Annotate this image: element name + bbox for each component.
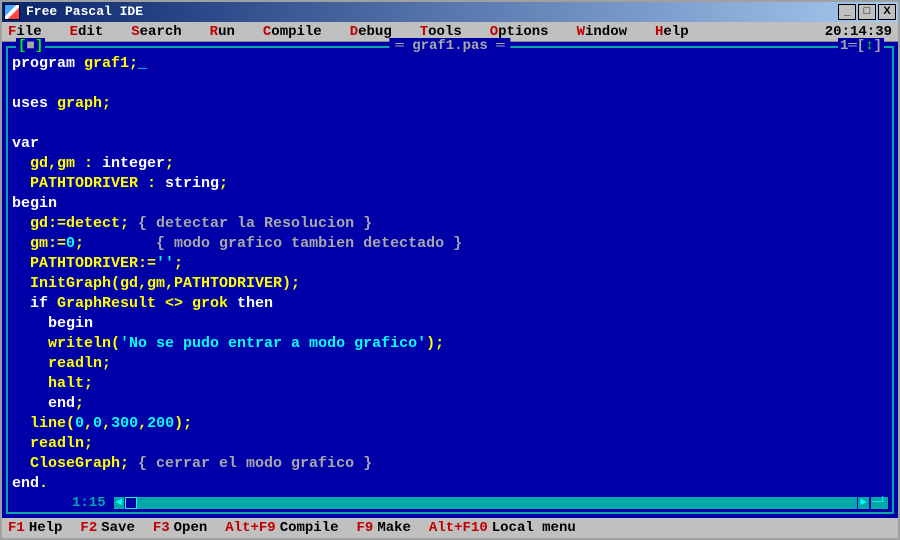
menu-debug[interactable]: Debug [350,24,392,40]
status-f1[interactable]: F1Help [8,520,62,536]
menu-run[interactable]: Run [210,24,235,40]
menu-search[interactable]: Search [131,24,181,40]
statusbar: F1Help F2Save F3Open Alt+F9Compile F9Mak… [2,518,898,538]
cursor-position: 1:15 [72,495,106,511]
editor-frame: [■] ═ graf1.pas ═ 1═[↕] program graf1;_ … [6,46,894,514]
editor-area: [■] ═ graf1.pas ═ 1═[↕] program graf1;_ … [2,42,898,518]
close-button[interactable]: X [878,4,896,20]
status-altf9[interactable]: Alt+F9Compile [225,520,338,536]
menu-window[interactable]: Window [577,24,627,40]
status-f3[interactable]: F3Open [153,520,207,536]
horizontal-scrollbar[interactable] [125,497,857,509]
status-altf10[interactable]: Alt+F10Local menu [429,520,576,536]
menu-compile[interactable]: Compile [263,24,322,40]
scroll-left-icon[interactable]: ◄ [114,497,125,509]
window-title: Free Pascal IDE [26,4,836,19]
status-f2[interactable]: F2Save [80,520,134,536]
app-icon [4,4,20,20]
minimize-button[interactable]: _ [838,4,856,20]
maximize-button[interactable]: □ [858,4,876,20]
code-editor[interactable]: program graf1;_ uses graph; var gd,gm : … [8,48,892,494]
app-window: Free Pascal IDE _ □ X File Edit Search R… [0,0,900,540]
editor-filename: ═ graf1.pas ═ [389,38,510,54]
editor-status-row: 1:15 ◄ ► ─┘ [8,494,892,512]
menu-edit[interactable]: Edit [70,24,104,40]
menu-help[interactable]: Help [655,24,689,40]
titlebar: Free Pascal IDE _ □ X [2,2,898,22]
scroll-right-icon[interactable]: ► [858,497,869,509]
editor-window-number: 1═[↕] [838,38,884,54]
frame-close-widget[interactable]: [■] [16,38,45,54]
resize-handle-icon[interactable]: ─┘ [871,497,888,509]
status-f9[interactable]: F9Make [357,520,411,536]
